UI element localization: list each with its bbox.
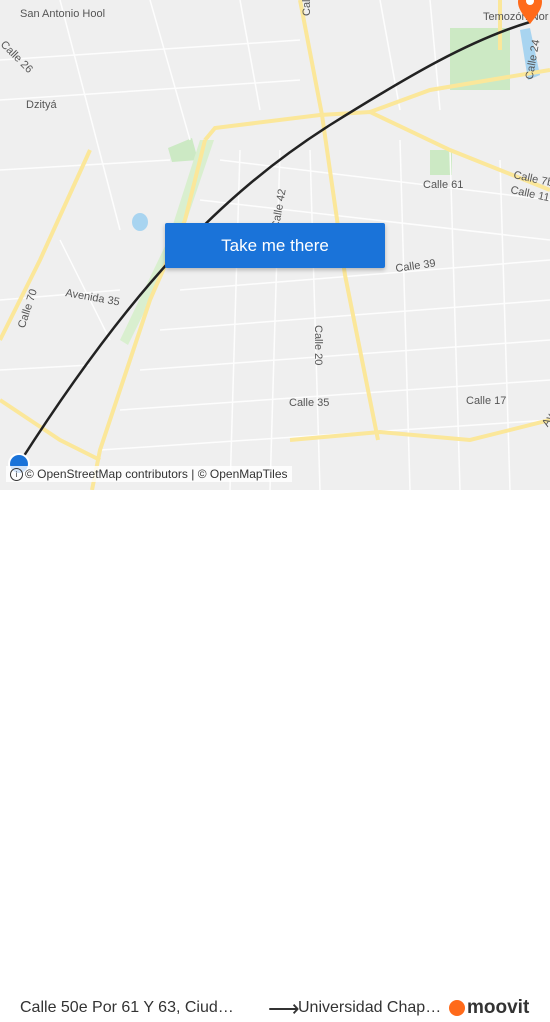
street-label: Calle 35 [289,397,329,409]
place-label: Temozón Nor [483,11,549,23]
osm-attribution-link[interactable]: © OpenStreetMap contributors [25,467,188,481]
arrow-right-icon: ⟶ [268,996,300,1021]
route-footer: Calle 50e Por 61 Y 63, Ciudad Caucel ⟶ U… [0,490,550,1021]
street-label: Calle 61 [423,179,463,191]
street-label: Calle 26 [0,39,35,76]
street-label: Av [540,411,550,428]
place-label: San Antonio Hool [20,8,105,20]
brand-wordmark: moovit [467,997,530,1018]
water [132,213,148,231]
copyright-icon: i [10,468,23,482]
street-label: Calle 39 [395,257,437,275]
street-label: Calle 17 [466,395,506,407]
attribution-separator: | [191,467,195,481]
street-label: Calle 20 [312,325,324,365]
park [168,138,198,162]
origin-label: Calle 50e Por 61 Y 63, Ciudad Caucel [20,999,240,1016]
moovit-logo-icon [449,1000,465,1016]
street-label: Calle 60 [301,0,313,16]
moovit-logo[interactable]: moovit [449,997,529,1019]
map-attribution: i © OpenStreetMap contributors | © OpenMa… [6,466,292,483]
openmaptiles-attribution-link[interactable]: © OpenMapTiles [198,467,288,481]
take-me-there-button[interactable]: Take me there [165,223,385,268]
map[interactable]: San Antonio Hool Temozón Nor Dzityá Call… [0,0,550,490]
park [430,150,452,175]
destination-label: Universidad Chapultepec [298,999,444,1016]
place-label: Dzityá [26,99,57,111]
street-label: Calle 70 [16,288,40,330]
